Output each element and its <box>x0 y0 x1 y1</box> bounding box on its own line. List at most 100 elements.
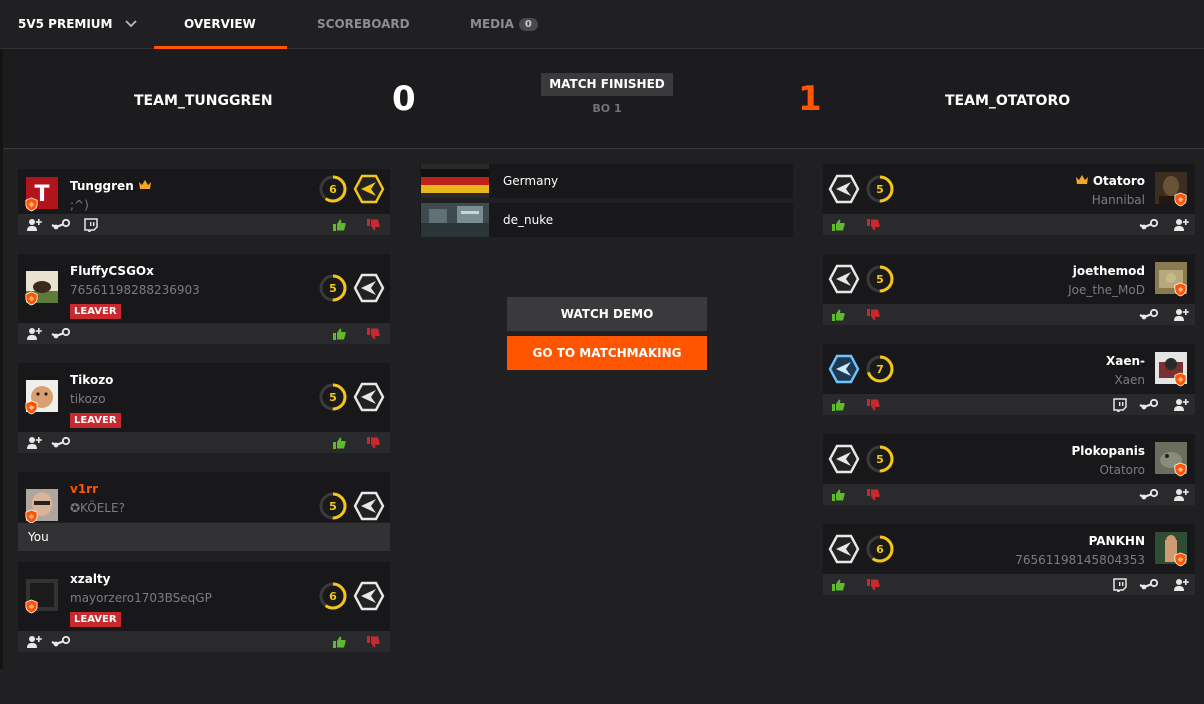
add-friend-icon[interactable] <box>26 218 42 232</box>
go-to-matchmaking-button[interactable]: GO TO MATCHMAKING <box>507 336 707 370</box>
add-friend-icon[interactable] <box>26 635 42 649</box>
player-actions <box>18 214 390 235</box>
tab-media-label: MEDIA <box>470 17 514 31</box>
player-info: FluffyCSGOx 76561198288236903 LEAVER 5 <box>18 254 390 323</box>
player-name[interactable]: xzalty <box>70 572 111 586</box>
level-icon: 7 <box>865 354 895 384</box>
steam-icon[interactable] <box>1139 399 1159 411</box>
player-info: v1rr ✪KÖELE? 5 <box>18 472 390 522</box>
thumbs-up-icon[interactable] <box>332 328 346 340</box>
twitch-icon[interactable] <box>1113 398 1127 412</box>
thumbs-up-icon[interactable] <box>831 579 845 591</box>
twitch-icon[interactable] <box>84 218 98 232</box>
shield-icon <box>1173 192 1188 207</box>
steam-icon[interactable] <box>1139 219 1159 231</box>
tab-media[interactable]: MEDIA 0 <box>470 17 538 31</box>
player-name[interactable]: joethemod <box>1073 264 1145 278</box>
player-name[interactable]: Tikozo <box>70 373 113 387</box>
thumbs-down-icon[interactable] <box>866 399 880 411</box>
game-mode-label: 5V5 PREMIUM <box>18 17 113 31</box>
add-friend-icon[interactable] <box>1173 308 1189 322</box>
steam-icon[interactable] <box>1139 489 1159 501</box>
player-name[interactable]: Plokopanis <box>1071 444 1145 458</box>
tab-overview[interactable]: OVERVIEW <box>184 17 256 31</box>
steam-icon[interactable] <box>1139 579 1159 591</box>
leaver-badge: LEAVER <box>70 304 121 319</box>
add-friend-icon[interactable] <box>1173 578 1189 592</box>
shield-icon <box>1173 462 1188 477</box>
player-name[interactable]: v1rr <box>70 482 98 496</box>
steam-icon[interactable] <box>51 636 71 648</box>
thumbs-up-icon[interactable] <box>332 219 346 231</box>
svg-text:5: 5 <box>329 500 337 513</box>
player-name[interactable]: Xaen- <box>1106 354 1145 368</box>
player-card: Plokopanis Otatoro 5 <box>823 434 1195 505</box>
svg-text:5: 5 <box>876 183 884 196</box>
shield-icon <box>24 197 39 212</box>
player-info: Xaen- Xaen 7 <box>823 344 1195 394</box>
add-friend-icon[interactable] <box>1173 488 1189 502</box>
shield-icon <box>1173 372 1188 387</box>
svg-text:5: 5 <box>329 391 337 404</box>
tab-scoreboard[interactable]: SCOREBOARD <box>317 17 410 31</box>
thumbs-down-icon[interactable] <box>366 219 380 231</box>
player-name[interactable]: PANKHN <box>1089 534 1145 548</box>
twitch-icon[interactable] <box>1113 578 1127 592</box>
leaver-badge: LEAVER <box>70 612 121 627</box>
thumbs-up-icon[interactable] <box>831 309 845 321</box>
svg-text:6: 6 <box>876 543 884 556</box>
thumbs-up-icon[interactable] <box>831 219 845 231</box>
level-icon: 5 <box>865 444 895 474</box>
watch-demo-button[interactable]: WATCH DEMO <box>507 297 707 331</box>
thumbs-down-icon[interactable] <box>366 328 380 340</box>
player-name[interactable]: Otatoro <box>1076 174 1145 188</box>
steam-icon[interactable] <box>51 219 71 231</box>
thumbs-down-icon[interactable] <box>866 219 880 231</box>
rank-icon <box>828 443 860 475</box>
shield-icon <box>24 509 39 524</box>
player-name-text: Otatoro <box>1092 174 1145 188</box>
level-icon: 6 <box>318 174 348 204</box>
thumbs-up-icon[interactable] <box>332 636 346 648</box>
thumbs-down-icon[interactable] <box>366 636 380 648</box>
player-name[interactable]: Tunggren <box>70 179 151 193</box>
player-card: Otatoro Hannibal 5 <box>823 164 1195 235</box>
add-friend-icon[interactable] <box>26 436 42 450</box>
player-nickname: 76561198288236903 <box>70 283 200 297</box>
add-friend-icon[interactable] <box>26 327 42 341</box>
player-actions <box>823 394 1195 415</box>
level-icon: 5 <box>318 491 348 521</box>
thumbs-down-icon[interactable] <box>866 309 880 321</box>
top-nav: 5V5 PREMIUM OVERVIEW SCOREBOARD MEDIA 0 <box>0 0 1204 49</box>
game-mode-dropdown[interactable]: 5V5 PREMIUM <box>18 17 137 31</box>
player-info: Tikozo tikozo LEAVER 5 <box>18 363 390 432</box>
thumbs-up-icon[interactable] <box>332 437 346 449</box>
level-icon: 5 <box>865 174 895 204</box>
thumbs-down-icon[interactable] <box>866 489 880 501</box>
steam-icon[interactable] <box>51 328 71 340</box>
thumbs-up-icon[interactable] <box>831 399 845 411</box>
player-nickname: mayorzero1703BSeqGP <box>70 591 212 605</box>
thumbs-down-icon[interactable] <box>866 579 880 591</box>
add-friend-icon[interactable] <box>1173 218 1189 232</box>
add-friend-icon[interactable] <box>1173 398 1189 412</box>
level-icon: 5 <box>318 273 348 303</box>
thumbs-up-icon[interactable] <box>831 489 845 501</box>
map-name: de_nuke <box>503 213 554 227</box>
player-card: Xaen- Xaen 7 <box>823 344 1195 415</box>
player-actions <box>823 304 1195 325</box>
player-name[interactable]: FluffyCSGOx <box>70 264 154 278</box>
player-actions <box>18 432 390 453</box>
steam-icon[interactable] <box>51 437 71 449</box>
rank-icon <box>353 381 385 413</box>
player-info: Plokopanis Otatoro 5 <box>823 434 1195 484</box>
crown-icon <box>1076 174 1088 188</box>
match-status: MATCH FINISHED <box>541 73 673 96</box>
rank-icon <box>828 533 860 565</box>
map-thumbnail <box>421 203 489 237</box>
player-card: xzalty mayorzero1703BSeqGP LEAVER 6 <box>18 562 390 652</box>
player-nickname: 76561198145804353 <box>1015 553 1145 567</box>
player-actions <box>823 574 1195 595</box>
steam-icon[interactable] <box>1139 309 1159 321</box>
thumbs-down-icon[interactable] <box>366 437 380 449</box>
